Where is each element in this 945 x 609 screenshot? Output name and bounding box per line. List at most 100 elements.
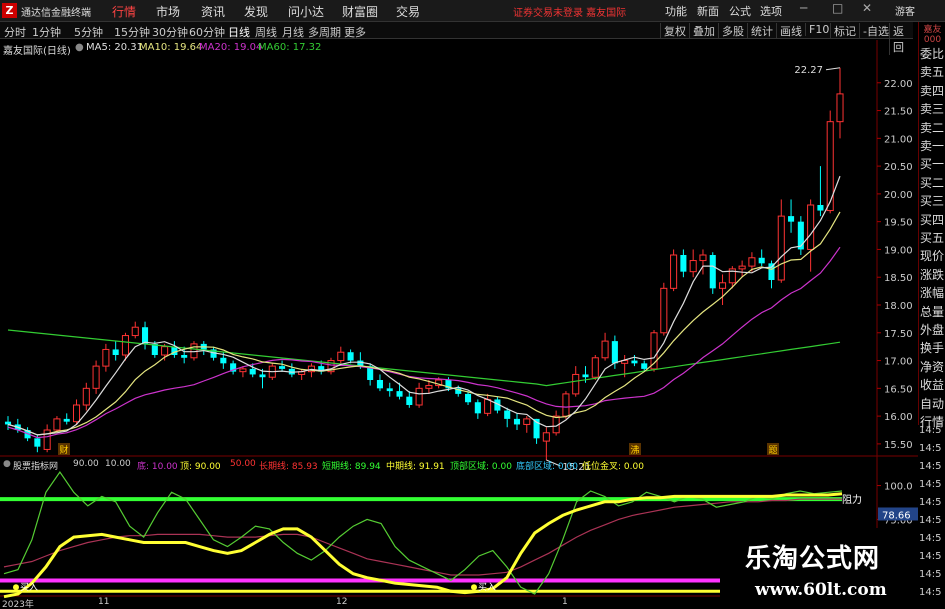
candle-body — [465, 393, 472, 403]
sidebar-label: 收益 — [920, 378, 945, 393]
candle-body — [582, 374, 589, 378]
sidebar-label: 委比 — [920, 47, 945, 61]
y-tick-label: 19.00 — [884, 245, 913, 256]
time-label: 14:5 — [919, 443, 942, 454]
candle-body — [121, 335, 129, 356]
y-tick-label: 15.50 — [884, 440, 913, 451]
candle-body — [142, 327, 149, 344]
y-tick-label: 19.50 — [884, 218, 913, 229]
indicator-settings-icon[interactable]: ● — [3, 459, 11, 469]
legend-zhongqi: 中期线: 91.91 — [386, 462, 445, 472]
legend-duanqi: 短期线: 89.94 — [322, 462, 381, 472]
candle-body — [670, 254, 678, 289]
candle-body — [92, 365, 100, 389]
y-tick-label: 21.50 — [884, 107, 913, 118]
high-price-label: 22.27 — [794, 65, 823, 76]
candle-body — [748, 257, 756, 267]
date-jan: 1 — [562, 597, 568, 607]
watermark-url: www.60lt.com — [755, 580, 887, 600]
candle-body — [4, 421, 12, 425]
candle-body — [396, 391, 403, 397]
indicator-legend: ● 股票指标网 90.00 10.00 底: 10.00 顶: 90.00 50… — [0, 458, 875, 472]
sidebar-label: 总量 — [920, 304, 945, 319]
quote-sidebar: 嘉友 000 委比 卖五 卖四 卖三 卖二 卖一 买一 买二 买三 买四 买五 现价 涨跌 涨幅 总量 外盘换… — [918, 22, 945, 429]
watermark-box: 乐淘公式网 www.60lt.com — [720, 528, 920, 609]
candle-body — [777, 215, 785, 281]
kline-chart[interactable]: 22.00 21.50 21.00 20.50 20.00 19.50 19.00 18.50… — [0, 0, 945, 609]
legend-10: 10.00 — [105, 459, 131, 469]
sidebar-label: 卖二 — [920, 120, 945, 135]
time-label: 14:5 — [919, 533, 942, 544]
buy-star-icon — [13, 584, 19, 591]
time-label: 14:5 — [919, 551, 942, 562]
time-label: 14:5 — [919, 587, 942, 598]
long-line — [3, 498, 842, 576]
candle-body — [572, 373, 580, 395]
time-label: 14:5 — [919, 497, 942, 508]
candle-body — [542, 432, 550, 442]
time-label: 14:5 — [919, 479, 942, 490]
date-axis: 2023年 11 12 1 — [0, 597, 720, 609]
legend-50: 50.00 — [230, 459, 256, 469]
candle-body — [709, 255, 716, 289]
sidebar-label: 买四 — [920, 212, 945, 227]
y-tick-label: 21.00 — [884, 134, 913, 145]
candle-body — [347, 352, 354, 361]
candle-body — [239, 368, 247, 373]
candle-body — [562, 393, 570, 417]
candle-body — [102, 348, 110, 367]
sidebar-label: 自动 — [920, 396, 945, 411]
candle-body — [689, 260, 697, 273]
candle-body — [631, 360, 638, 364]
y-tick-label: 17.50 — [884, 329, 913, 340]
sidebar-label: 外盘 — [920, 323, 945, 337]
candle-body — [611, 341, 618, 364]
y-tick-label: 16.50 — [884, 384, 913, 395]
sidebar-label: 买一 — [920, 157, 945, 172]
candle-body — [337, 351, 345, 362]
candle-body — [523, 418, 531, 425]
candle-body — [768, 263, 775, 280]
candle-body — [131, 326, 139, 337]
candle-body — [72, 404, 81, 423]
y-tick-label: 17.00 — [884, 357, 913, 368]
candle-body — [719, 282, 727, 289]
stock-code: 嘉友 000 — [923, 25, 942, 45]
candle-body — [738, 265, 746, 270]
sidebar-label: 买二 — [920, 175, 945, 190]
candle-body — [513, 418, 521, 425]
candle-body — [259, 374, 266, 378]
candle-body — [484, 398, 492, 414]
time-label: 14:5 — [919, 569, 942, 580]
sidebar-label: 卖五 — [920, 65, 945, 80]
sidebar-label: 卖一 — [920, 139, 945, 153]
high-marker-arrow — [825, 67, 841, 71]
legend-di: 底: 10.00 — [137, 462, 178, 472]
candle-body — [82, 387, 90, 406]
watermark-title: 乐淘公式网 — [745, 544, 881, 574]
candle-body — [699, 254, 707, 262]
sidebar-label: 换手 — [920, 341, 945, 356]
candle-body — [34, 438, 41, 447]
candle-body — [601, 340, 609, 359]
event-badge-label: 财 — [59, 444, 68, 456]
short-line — [3, 470, 843, 595]
time-column: 14:5 14:5 14:5 14:5 14:5 14:5 14:5 14:5 14:5 14:5 — [918, 425, 945, 609]
sidebar-label: 卖四 — [920, 83, 945, 98]
candle-body — [474, 402, 481, 414]
candle-body — [279, 366, 286, 369]
candle-body — [415, 387, 423, 406]
candle-body — [376, 380, 383, 389]
ind-value-label: 78.66 — [882, 510, 911, 521]
candle-body — [220, 357, 227, 364]
candle-body — [386, 388, 393, 392]
buy-star-icon — [471, 584, 477, 591]
candle-body — [181, 355, 188, 358]
ma10-line — [7, 211, 841, 436]
buy-label: 买入 — [20, 582, 38, 593]
candle-body — [425, 385, 433, 389]
candle-body — [161, 346, 169, 356]
candle-body — [817, 205, 824, 211]
ma5-line — [7, 175, 841, 436]
sidebar-label: 现价 — [920, 249, 945, 264]
